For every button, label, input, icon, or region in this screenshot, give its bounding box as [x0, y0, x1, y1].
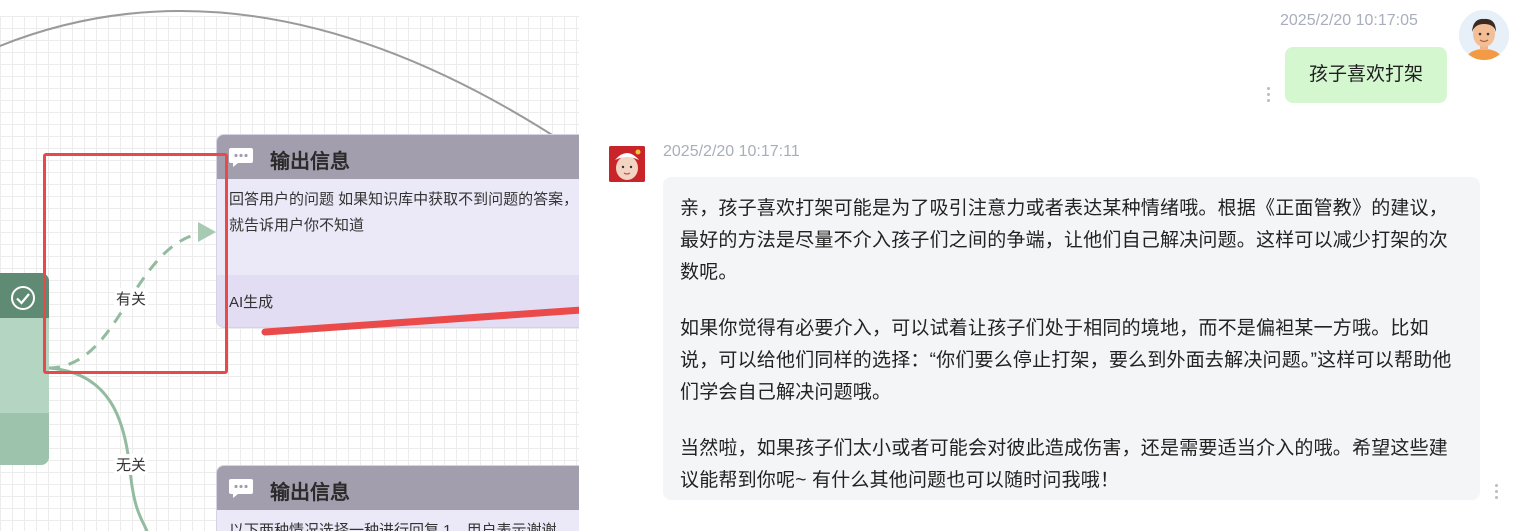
output-node-1-footer-label: AI生成 — [229, 294, 274, 311]
user-message-timestamp: 2025/2/20 10:17:05 — [1280, 12, 1418, 29]
output-node-1-title: 输出信息 — [270, 151, 350, 173]
condition-node[interactable] — [0, 273, 49, 465]
output-node-2-title: 输出信息 — [270, 482, 350, 504]
output-node-2-header: 输出信息 — [217, 466, 579, 510]
output-node-1-footer: AI生成 — [217, 275, 579, 327]
chat-panel: 2025/2/20 10:17:05 孩子喜欢打架 2025/2/20 10:1… — [579, 0, 1522, 531]
condition-node-header — [0, 273, 49, 318]
bot-message-kebab-menu-icon[interactable] — [1495, 484, 1499, 502]
floating-assistant-icon[interactable] — [1507, 350, 1522, 394]
bot-avatar[interactable] — [609, 146, 645, 182]
condition-node-footer — [0, 413, 49, 465]
bot-avatar-image — [609, 146, 645, 182]
workflow-canvas[interactable]: 输出信息 回答用户的问题 如果知识库中获取不到问题的答案，就告诉用户你不知道 A… — [0, 0, 579, 531]
unrelated-edge — [47, 366, 149, 531]
user-message-bubble: 孩子喜欢打架 — [1285, 47, 1447, 103]
output-node-2[interactable]: 输出信息 以下两种情况选择一种进行回复 1、用户表示谢谢 — [216, 465, 579, 531]
output-node-2-body: 以下两种情况选择一种进行回复 1、用户表示谢谢 — [229, 522, 557, 531]
bot-paragraph-1: 亲，孩子喜欢打架可能是为了吸引注意力或者表达某种情绪哦。根据《正面管教》的建议，… — [680, 198, 1449, 283]
loop-edge — [0, 9, 561, 141]
user-avatar-image — [1459, 10, 1509, 60]
bot-paragraph-3: 当然啦，如果孩子们太小或者可能会对彼此造成伤害，还是需要适当介入的哦。希望这些建… — [680, 438, 1449, 491]
highlight-annotation-box — [43, 153, 228, 374]
bot-message-timestamp: 2025/2/20 10:17:11 — [663, 143, 800, 160]
output-node-1-header: 输出信息 — [217, 135, 579, 179]
user-message-kebab-menu-icon[interactable] — [1267, 87, 1271, 105]
check-circle-icon — [11, 286, 35, 310]
bot-paragraph-2: 如果你觉得有必要介入，可以试着让孩子们处于相同的境地，而不是偏袒某一方哦。比如说… — [680, 318, 1452, 403]
chat-bubble-icon — [229, 479, 253, 498]
edge-label-unrelated: 无关 — [114, 454, 149, 475]
user-avatar[interactable] — [1459, 10, 1509, 60]
bot-message-bubble: 亲，孩子喜欢打架可能是为了吸引注意力或者表达某种情绪哦。根据《正面管教》的建议，… — [663, 177, 1480, 500]
output-node-1-body: 回答用户的问题 如果知识库中获取不到问题的答案，就告诉用户你不知道 — [229, 191, 579, 234]
output-node-1[interactable]: 输出信息 回答用户的问题 如果知识库中获取不到问题的答案，就告诉用户你不知道 A… — [216, 134, 579, 328]
chat-bubble-icon — [229, 148, 253, 167]
